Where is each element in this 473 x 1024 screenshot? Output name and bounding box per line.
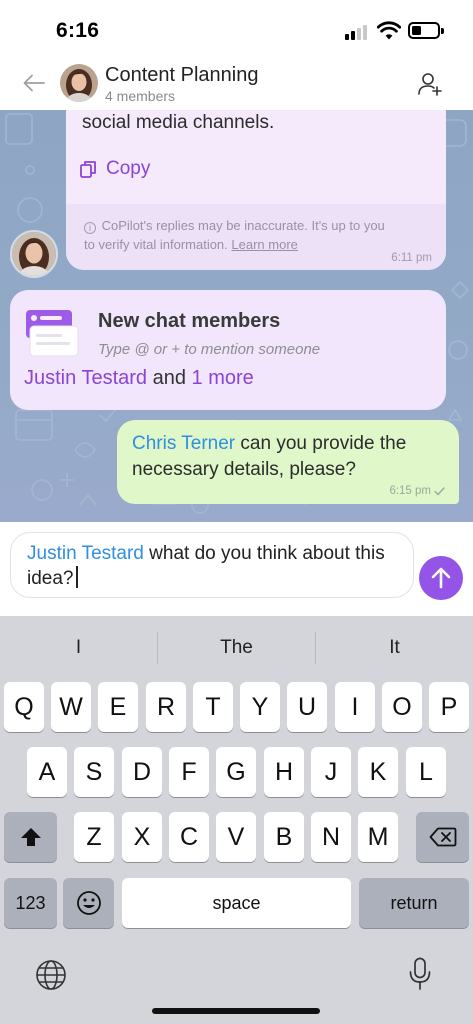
key-t[interactable]: T [193, 682, 233, 732]
suggestion-bar: I The It [0, 626, 473, 670]
avatar-image [60, 64, 98, 102]
key-k[interactable]: K [358, 747, 398, 797]
send-button[interactable] [419, 556, 463, 600]
keyboard: I The It Q W E R T Y U I O P A S D F G H… [0, 616, 473, 1024]
home-indicator[interactable] [152, 1008, 320, 1014]
chat-area[interactable]: social media channels. Copy i CoPilot's … [0, 110, 473, 522]
arrow-left-icon [23, 74, 45, 92]
disclaimer-line-2: to verify vital information. [84, 237, 228, 252]
disclaimer-line-1: CoPilot's replies may be inaccurate. It'… [101, 218, 385, 233]
backspace-icon [429, 827, 456, 847]
key-s[interactable]: S [74, 747, 114, 797]
mention-link[interactable]: Chris Terner [132, 433, 235, 454]
key-n[interactable]: N [311, 812, 351, 862]
chat-title[interactable]: Content Planning [105, 64, 258, 87]
message-meta: 6:15 pm [389, 485, 445, 497]
delete-key[interactable] [416, 812, 469, 862]
emoji-icon [76, 891, 101, 915]
key-h[interactable]: H [264, 747, 304, 797]
arrow-up-icon [431, 567, 451, 589]
key-b[interactable]: B [264, 812, 304, 862]
key-p[interactable]: P [429, 682, 469, 732]
avatar-image [12, 232, 56, 276]
suggestion-1[interactable]: I [0, 626, 157, 670]
status-bar: 6:16 [0, 0, 473, 56]
shift-key[interactable] [4, 812, 57, 862]
group-avatar[interactable] [60, 64, 98, 102]
key-j[interactable]: J [311, 747, 351, 797]
copy-button[interactable]: Copy [80, 158, 150, 180]
globe-icon [36, 960, 66, 990]
members-card-title: New chat members [98, 310, 281, 332]
key-u[interactable]: U [287, 682, 327, 732]
key-f[interactable]: F [169, 747, 209, 797]
key-m[interactable]: M [358, 812, 398, 862]
key-v[interactable]: V [216, 812, 256, 862]
composer-mention: Justin Testard [27, 543, 144, 564]
key-g[interactable]: G [216, 747, 256, 797]
cellular-signal-icon [345, 24, 371, 40]
numbers-key[interactable]: 123 [4, 878, 57, 928]
key-i[interactable]: I [335, 682, 375, 732]
battery-icon [408, 22, 444, 39]
info-icon: i [84, 222, 96, 234]
key-y[interactable]: Y [240, 682, 280, 732]
suggestion-2[interactable]: The [158, 626, 315, 670]
globe-button[interactable] [32, 956, 70, 994]
status-time: 6:16 [56, 19, 100, 42]
dictation-button[interactable] [402, 954, 438, 994]
back-button[interactable] [20, 69, 48, 97]
message-text: Chris Terner can you provide the necessa… [132, 431, 452, 483]
space-key[interactable]: space [122, 878, 351, 928]
microphone-icon [409, 957, 431, 990]
key-l[interactable]: L [406, 747, 446, 797]
more-members-link[interactable]: 1 more [192, 367, 254, 389]
key-e[interactable]: E [98, 682, 138, 732]
add-member-button[interactable] [414, 68, 446, 100]
key-a[interactable]: A [27, 747, 67, 797]
key-o[interactable]: O [382, 682, 422, 732]
key-c[interactable]: C [169, 812, 209, 862]
member-count: 4 members [105, 88, 176, 104]
key-q[interactable]: Q [4, 682, 44, 732]
outgoing-message-bubble[interactable]: Chris Terner can you provide the necessa… [117, 420, 459, 504]
wifi-icon [377, 21, 401, 40]
key-r[interactable]: R [146, 682, 186, 732]
new-members-list: Justin Testard and 1 more [24, 367, 254, 390]
check-icon [434, 486, 445, 496]
copy-icon [80, 161, 96, 178]
person-add-icon [418, 73, 442, 96]
copilot-avatar[interactable] [10, 230, 58, 278]
shift-icon [20, 828, 41, 846]
members-connector: and [152, 367, 186, 389]
key-w[interactable]: W [51, 682, 91, 732]
mention-hint: Type @ or + to mention someone [98, 341, 321, 358]
member-mention-link[interactable]: Justin Testard [24, 367, 147, 389]
text-caret [75, 566, 78, 588]
emoji-key[interactable] [63, 878, 114, 928]
copy-label: Copy [106, 158, 151, 179]
members-illustration-icon [26, 310, 79, 357]
message-composer: Justin Testard what do you think about t… [0, 522, 473, 616]
chat-header: Content Planning 4 members [0, 56, 473, 110]
copilot-disclaimer: i CoPilot's replies may be inaccurate. I… [66, 204, 446, 270]
key-d[interactable]: D [122, 747, 162, 797]
key-z[interactable]: Z [74, 812, 114, 862]
suggestion-3[interactable]: It [316, 626, 473, 670]
message-text: social media channels. [82, 112, 275, 133]
message-timestamp: 6:11 pm [391, 252, 432, 264]
return-key[interactable]: return [359, 878, 469, 928]
message-timestamp: 6:15 pm [389, 485, 431, 497]
new-members-card[interactable]: New chat members Type @ or + to mention … [10, 290, 446, 410]
copilot-message-bubble[interactable]: social media channels. Copy i CoPilot's … [66, 110, 446, 270]
key-x[interactable]: X [122, 812, 162, 862]
learn-more-link[interactable]: Learn more [231, 237, 297, 252]
message-input[interactable]: Justin Testard what do you think about t… [10, 532, 414, 598]
